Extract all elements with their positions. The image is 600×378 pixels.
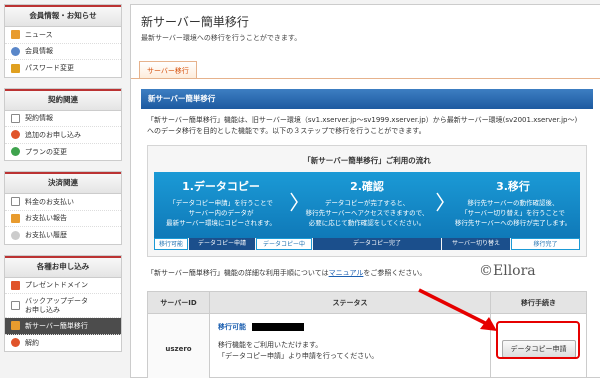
sidebar-item-server-migration[interactable]: 新サーバー簡単移行 [5,318,121,335]
flow-steps-band: 1.データコピー 「データコピー申請」を行うことで サーバー内のデータが 最新サーバ… [154,172,580,238]
flow-step-heading: 2.確認 [350,180,384,193]
main-panel: 新サーバー簡単移行 最新サーバー環境への移行を行うことができます。 サーバー移行… [130,4,600,378]
tab-divider [131,78,600,79]
stage-server-switch: サーバー切り替え [442,238,510,250]
document-icon [11,113,20,123]
cancel-icon [11,338,20,348]
backup-label-line2: お申し込み [25,305,60,314]
manual-note: 「新サーバー簡単移行」機能の詳細な利用手順についてはマニュアルをご参照ください。 [147,269,427,277]
redacted-block [252,322,304,331]
flow-diagram: 「新サーバー簡単移行」ご利用の流れ 1.データコピー 「データコピー申請」を行う… [147,145,587,257]
news-icon [11,30,20,40]
flow-step-text: 移行先サーバーの動作確認後、 「サーバー切り替え」を行うことで 移行先サーバーへの移… [454,199,572,227]
sidebar-section-orders: 各種お申し込み プレゼントドメイン バックアップデータ お申し込み 新サーバー簡単… [4,254,122,352]
server-id-cell: uszero [147,313,210,378]
flow-title: 「新サーバー簡単移行」ご利用の流れ [303,156,431,165]
sidebar-section-member: 会員情報・お知らせ ニュース 会員情報 パスワード変更 [4,4,122,78]
chevron-right-icon [290,192,298,212]
plus-icon [11,130,20,140]
sidebar-heading-member: 会員情報・お知らせ [5,5,121,27]
migration-icon [11,321,20,331]
clock-icon [11,230,20,240]
header-server-id: サーバーID [147,291,210,314]
intro-line-1: 「新サーバー簡単移行」機能は、旧サーバー環境（sv1.xserver.jp～sv… [147,116,578,124]
refresh-icon [11,147,20,157]
chevron-right-icon [436,192,444,212]
stage-copy-complete: データコピー完了 [313,238,441,250]
copyright-watermark: ©Ellora [479,263,536,279]
sidebar-item-news[interactable]: ニュース [5,27,121,44]
sidebar-heading-orders: 各種お申し込み [5,255,121,278]
sidebar-item-cancel[interactable]: 解約 [5,335,121,352]
report-icon [11,213,20,223]
intro-line-2: へのデータ移行を目的とした機能です。以下の３ステップで移行を行うことができます。 [147,127,426,135]
sidebar-item-add-order[interactable]: 追加のお申し込み [5,127,121,144]
backup-label-line1: バックアップデータ [25,296,88,305]
sidebar: 会員情報・お知らせ ニュース 会員情報 パスワード変更 契約関連 契約情報 追加… [4,4,122,362]
flow-step-heading: 3.移行 [496,180,530,193]
flow-step-copy: 1.データコピー 「データコピー申請」を行うことで サーバー内のデータが 最新サーバ… [154,172,288,238]
sidebar-heading-contract: 契約関連 [5,88,121,111]
flow-step-text: データコピーが完了すると、 移行先サーバーへアクセスできますので、 必要に応じて動作… [305,199,429,227]
invoice-icon [11,197,20,207]
intro-text: 「新サーバー簡単移行」機能は、旧サーバー環境（sv1.xserver.jp～sv… [147,115,587,137]
flow-step-heading: 1.データコピー [182,180,260,193]
sidebar-item-payment-report[interactable]: お支払い報告 [5,211,121,227]
sidebar-section-contract: 契約関連 契約情報 追加のお申し込み プランの変更 [4,87,122,161]
highlight-box [496,321,580,359]
sidebar-section-payment: 決済関連 料金のお支払い お支払い報告 お支払い履歴 [4,171,122,245]
page-description: 最新サーバー環境への移行を行うことができます。 [141,34,302,42]
red-arrow-icon [418,288,497,331]
sidebar-item-present-domain[interactable]: プレゼントドメイン [5,278,121,294]
sidebar-item-member-info[interactable]: 会員情報 [5,44,121,60]
section-heading: 新サーバー簡単移行 [141,89,593,109]
gift-icon [11,280,20,290]
sidebar-item-payment[interactable]: 料金のお支払い [5,194,121,211]
sidebar-heading-payment: 決済関連 [5,172,121,194]
backup-icon [11,301,20,310]
sidebar-item-payment-history[interactable]: お支払い履歴 [5,227,121,244]
manual-link[interactable]: マニュアル [329,269,364,277]
lock-icon [11,63,20,73]
stage-migratable: 移行可能 [154,238,188,250]
stage-copying: データコピー中 [256,238,312,250]
status-text: 移行機能をご利用いただけます。 「データコピー申請」より申請を行ってください。 [218,340,379,360]
sidebar-item-password[interactable]: パスワード変更 [5,60,121,77]
flow-step-migrate: 3.移行 移行先サーバーの動作確認後、 「サーバー切り替え」を行うことで 移行先サー… [446,172,580,238]
sidebar-item-contract-info[interactable]: 契約情報 [5,111,121,127]
sidebar-item-backup-order[interactable]: バックアップデータ お申し込み [5,294,121,318]
user-icon [11,46,20,56]
stage-migration-complete: 移行完了 [511,238,580,250]
stage-copy-request: データコピー申請 [189,238,255,250]
status-label: 移行可能 [218,322,246,331]
flow-step-text: 「データコピー申請」を行うことで サーバー内のデータが 最新サーバー環境にコピーされ… [166,199,276,227]
page-title: 新サーバー簡単移行 [141,15,249,29]
sidebar-item-plan-change[interactable]: プランの変更 [5,144,121,161]
tab-server-migration[interactable]: サーバー移行 [139,61,197,79]
flow-step-confirm: 2.確認 データコピーが完了すると、 移行先サーバーへアクセスできますので、 必要に… [300,172,434,238]
